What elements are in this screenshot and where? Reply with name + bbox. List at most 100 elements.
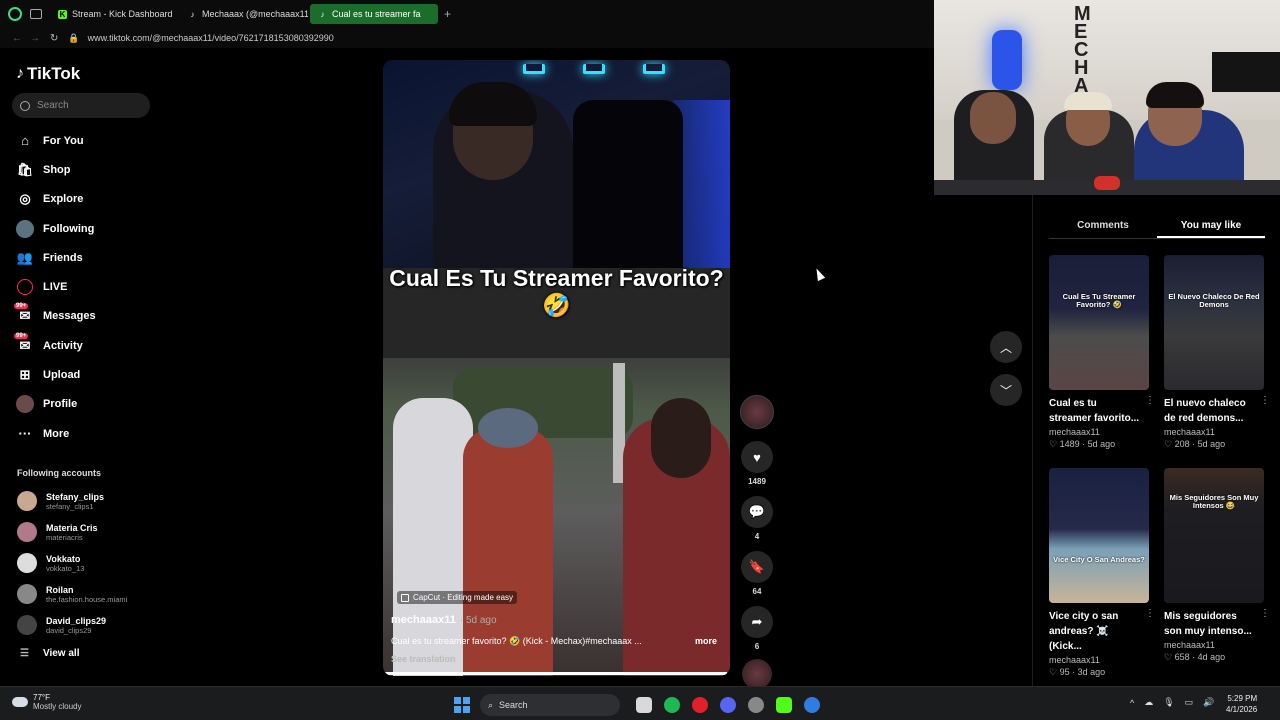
network-icon[interactable]: ☁ xyxy=(1144,697,1153,708)
video-thumbnail[interactable]: Cual Es Tu Streamer Favorito? 🤣 xyxy=(1049,255,1149,390)
back-icon[interactable]: ← xyxy=(12,33,22,44)
nav-friends[interactable]: 👥 Friends xyxy=(16,243,156,272)
forward-icon[interactable]: → xyxy=(30,33,40,44)
taskbar-search[interactable]: ⌕ Search xyxy=(480,694,620,716)
video-thumbnail[interactable]: Mis Seguidores Son Muy Intensos 😂 xyxy=(1164,468,1264,603)
tab-current-video[interactable]: ♪ Cual es tu streamer fa xyxy=(310,4,438,24)
capcut-tag[interactable]: CapCut · Editing made easy xyxy=(397,591,518,604)
card-author[interactable]: mechaaax11 xyxy=(1164,640,1264,650)
account-name: David_clips29 xyxy=(46,615,107,626)
card-title[interactable]: Mis seguidores son muy intenso... xyxy=(1164,609,1256,639)
display-icon[interactable]: ▭ xyxy=(1185,697,1194,708)
lock-icon[interactable]: 🔒 xyxy=(68,33,79,44)
card-author[interactable]: mechaaax11 xyxy=(1049,427,1149,437)
file-explorer-icon[interactable] xyxy=(636,697,652,713)
card-menu-icon[interactable]: ⋮ xyxy=(1260,608,1270,619)
view-all-button[interactable]: ☰ View all xyxy=(20,648,79,659)
comment-count: 4 xyxy=(754,532,760,541)
recommended-video-card[interactable]: Vice City O San Andreas? Vice city o san… xyxy=(1049,468,1155,678)
new-tab-button[interactable]: + xyxy=(444,7,451,21)
video-thumbnail[interactable]: El Nuevo Chaleco De Red Demons xyxy=(1164,255,1264,390)
browser-logo-icon[interactable] xyxy=(8,7,22,21)
weather-widget[interactable]: 77°F Mostly cloudy xyxy=(12,693,81,711)
nav-shop[interactable]: 🛍 Shop xyxy=(16,155,156,184)
share-button[interactable]: ➦ xyxy=(741,606,773,638)
account-item[interactable]: Roilan the.fashion.house.miami xyxy=(17,581,157,607)
video-player[interactable]: Cual Es Tu Streamer Favorito? 🤣 CapCut ·… xyxy=(383,60,730,676)
nav-for-you[interactable]: ⌂ For You xyxy=(16,126,156,155)
view-all-label: View all xyxy=(42,648,80,659)
upload-icon: ⊞ xyxy=(19,367,31,383)
video-progress-bar[interactable] xyxy=(383,672,730,675)
volume-icon[interactable]: 🔊 xyxy=(1203,697,1214,708)
windows-start-icon[interactable] xyxy=(454,697,470,713)
workspaces-icon[interactable] xyxy=(30,9,42,19)
more-button[interactable]: more xyxy=(695,636,717,646)
card-title[interactable]: El nuevo chaleco de red demons... xyxy=(1164,396,1256,426)
next-video-button[interactable]: ﹀ xyxy=(990,374,1022,406)
creator-avatar[interactable] xyxy=(740,395,774,429)
account-item[interactable]: David_clips29 david_clips29 xyxy=(17,612,157,638)
steam-icon[interactable] xyxy=(748,697,764,713)
nav-live[interactable]: LIVE xyxy=(16,272,156,301)
search-input[interactable]: Search xyxy=(12,93,150,118)
streamer-webcam-overlay: MECHAX xyxy=(934,0,1280,195)
url-field[interactable]: www.tiktok.com/@mechaaax11/video/7621718… xyxy=(88,33,334,43)
kick-icon[interactable] xyxy=(776,697,792,713)
recommended-video-card[interactable]: Mis Seguidores Son Muy Intensos 😂 Mis se… xyxy=(1164,468,1270,663)
microphone-icon[interactable]: 🎙 xyxy=(1163,697,1174,708)
recommended-video-card[interactable]: El Nuevo Chaleco De Red Demons El nuevo … xyxy=(1164,255,1270,450)
tab-you-may-like[interactable]: You may like xyxy=(1157,213,1265,238)
nav-profile[interactable]: Profile xyxy=(16,390,156,419)
card-menu-icon[interactable]: ⋮ xyxy=(1145,608,1155,619)
card-author[interactable]: mechaaax11 xyxy=(1049,655,1149,665)
search-placeholder: Search xyxy=(37,100,69,111)
weather-condition: Mostly cloudy xyxy=(33,702,82,711)
previous-video-button[interactable]: ︿ xyxy=(990,331,1022,363)
clock[interactable]: 5:29 PM 4/1/2026 xyxy=(1226,693,1257,715)
reload-icon[interactable]: ↻ xyxy=(50,33,58,44)
taskbar-search-label: Search xyxy=(499,700,528,710)
card-title[interactable]: Cual es tu streamer favorito... xyxy=(1049,396,1141,426)
card-menu-icon[interactable]: ⋮ xyxy=(1145,395,1155,406)
tiktok-logo[interactable]: ♪ TikTok xyxy=(16,64,80,84)
comment-button[interactable]: 💬 xyxy=(741,496,773,528)
nav-messages[interactable]: ✉ 99+ Messages xyxy=(14,302,156,331)
like-button[interactable]: ♥ xyxy=(741,441,773,473)
video-author[interactable]: mechaaax11 · 5d ago xyxy=(391,614,497,626)
video-thumbnail[interactable]: Vice City O San Andreas? xyxy=(1049,468,1149,603)
account-item[interactable]: Stefany_clips stefany_clips1 xyxy=(17,488,157,514)
account-name: Roilan xyxy=(46,584,74,595)
tab-comments[interactable]: Comments xyxy=(1049,213,1157,238)
shop-icon: 🛍 xyxy=(16,161,34,177)
recommended-video-card[interactable]: Cual Es Tu Streamer Favorito? 🤣 Cual es … xyxy=(1049,255,1155,450)
mouse-cursor xyxy=(812,266,826,282)
nav-upload[interactable]: ⊞ Upload xyxy=(16,360,156,389)
nav-label: Activity xyxy=(43,339,83,352)
account-item[interactable]: Vokkato vokkato_13 xyxy=(17,550,157,576)
nav-activity[interactable]: ✉ 99+ Activity xyxy=(14,331,156,360)
account-item[interactable]: Materia Cris materiacris xyxy=(17,519,157,545)
card-title[interactable]: Vice city o san andreas? ☠️ (Kick... xyxy=(1049,609,1141,654)
discord-icon[interactable] xyxy=(720,697,736,713)
nav-more[interactable]: ··· More xyxy=(16,419,156,448)
nav-label: Messages xyxy=(43,310,96,323)
card-author[interactable]: mechaaax11 xyxy=(1164,427,1264,437)
chevron-down-icon: ﹀ xyxy=(999,383,1012,398)
nav-explore[interactable]: ◎ Explore xyxy=(16,185,156,214)
date: 4/1/2026 xyxy=(1226,705,1258,714)
app-icon[interactable] xyxy=(804,697,820,713)
see-translation-link[interactable]: See translation xyxy=(391,654,456,664)
spotify-icon[interactable] xyxy=(664,697,680,713)
tab-mechaaax-profile[interactable]: ♪ Mechaaax (@mechaaax11) xyxy=(180,4,309,24)
opera-icon[interactable] xyxy=(692,697,708,713)
sound-avatar[interactable] xyxy=(742,659,772,689)
chevron-up-icon[interactable]: ^ xyxy=(1130,698,1134,708)
tiktok-note-icon: ♪ xyxy=(16,65,24,82)
nav-following[interactable]: Following xyxy=(16,214,156,243)
capcut-label: CapCut · Editing made easy xyxy=(413,593,514,602)
card-menu-icon[interactable]: ⋮ xyxy=(1260,395,1270,406)
save-button[interactable]: 🔖 xyxy=(741,551,773,583)
share-count: 6 xyxy=(754,642,760,651)
tab-kick-dashboard[interactable]: K Stream - Kick Dashboard xyxy=(50,4,178,24)
